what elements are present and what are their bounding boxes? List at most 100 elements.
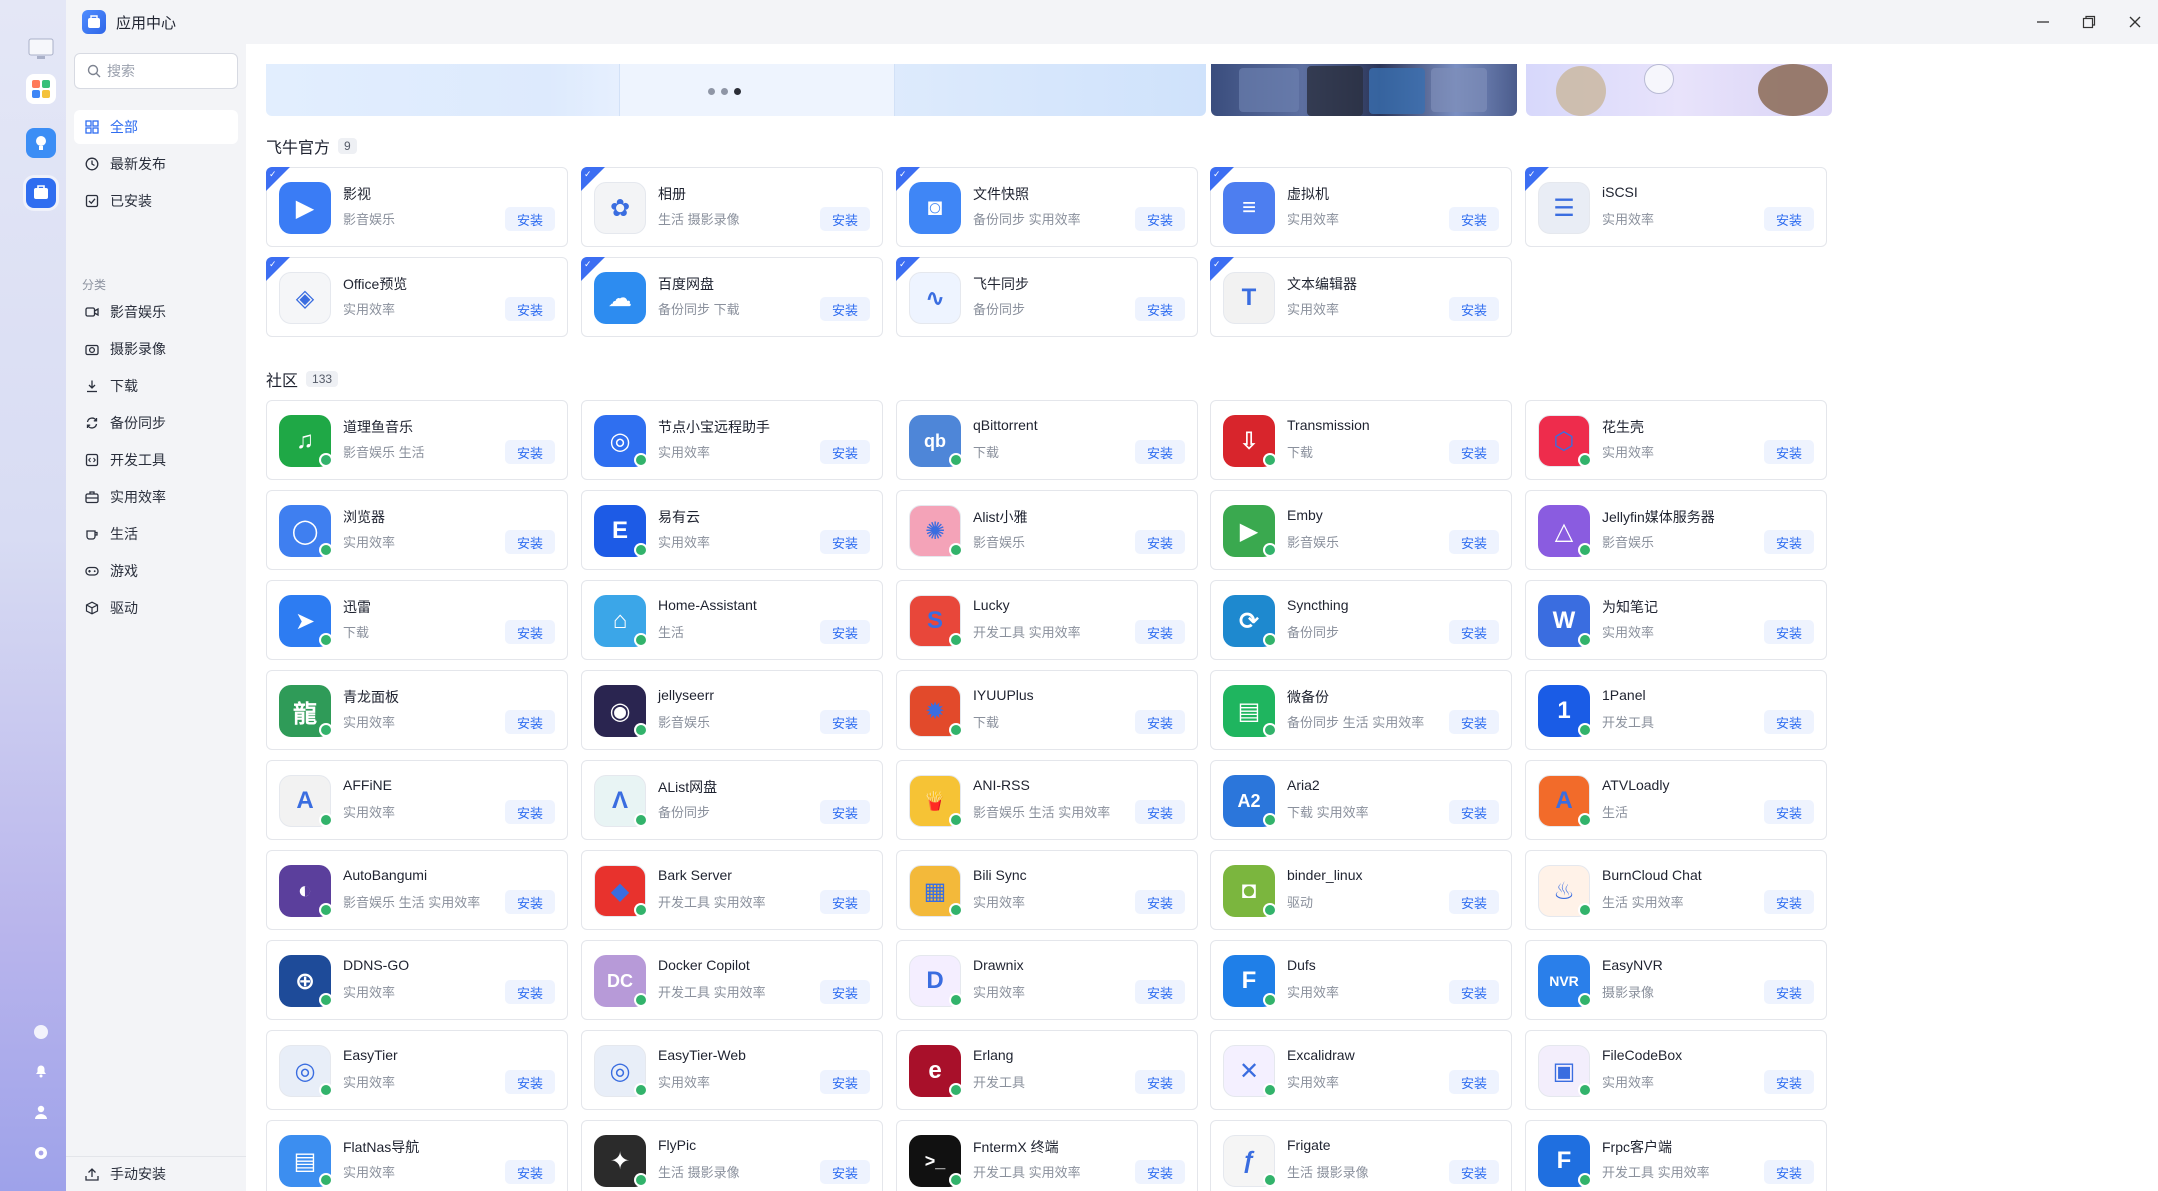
install-button[interactable]: 安装 bbox=[820, 710, 870, 734]
install-button[interactable]: 安装 bbox=[505, 440, 555, 464]
install-button[interactable]: 安装 bbox=[820, 980, 870, 1004]
app-card[interactable]: ◎ EasyTier 实用效率 安装 bbox=[266, 1030, 568, 1110]
install-button[interactable]: 安装 bbox=[1449, 207, 1499, 231]
app-card[interactable]: T ✓ 文本编辑器 实用效率 安装 bbox=[1210, 257, 1512, 337]
app-card[interactable]: F Dufs 实用效率 安装 bbox=[1210, 940, 1512, 1020]
app-card[interactable]: S Lucky 开发工具 实用效率 安装 bbox=[896, 580, 1198, 660]
install-button[interactable]: 安装 bbox=[1135, 800, 1185, 824]
install-button[interactable]: 安装 bbox=[1135, 620, 1185, 644]
install-button[interactable]: 安装 bbox=[1449, 297, 1499, 321]
status-icon[interactable] bbox=[31, 1022, 51, 1042]
app-grid-icon[interactable] bbox=[26, 74, 56, 104]
app-card[interactable]: ☰ ✓ iSCSI 实用效率 安装 bbox=[1525, 167, 1827, 247]
app-card[interactable]: ◎ EasyTier-Web 实用效率 安装 bbox=[581, 1030, 883, 1110]
install-button[interactable]: 安装 bbox=[1135, 297, 1185, 321]
app-card[interactable]: ƒ Frigate 生活 摄影录像 安装 bbox=[1210, 1120, 1512, 1191]
install-button[interactable]: 安装 bbox=[1764, 1160, 1814, 1184]
install-button[interactable]: 安装 bbox=[1135, 440, 1185, 464]
nav-item-1[interactable]: 最新发布 bbox=[74, 147, 238, 181]
app-card[interactable]: DC Docker Copilot 开发工具 实用效率 安装 bbox=[581, 940, 883, 1020]
app-card[interactable]: ⟳ Syncthing 备份同步 安装 bbox=[1210, 580, 1512, 660]
install-button[interactable]: 安装 bbox=[1135, 980, 1185, 1004]
install-button[interactable]: 安装 bbox=[1764, 207, 1814, 231]
app-card[interactable]: ◙ ✓ 文件快照 备份同步 实用效率 安装 bbox=[896, 167, 1198, 247]
app-card[interactable]: e Erlang 开发工具 安装 bbox=[896, 1030, 1198, 1110]
category-item-2[interactable]: 下载 bbox=[74, 369, 238, 403]
install-button[interactable]: 安装 bbox=[820, 800, 870, 824]
app-card[interactable]: ◐ AutoBangumi 影音娱乐 生活 实用效率 安装 bbox=[266, 850, 568, 930]
app-card[interactable]: ▶ ✓ 影视 影音娱乐 安装 bbox=[266, 167, 568, 247]
app-card[interactable]: ◈ ✓ Office预览 实用效率 安装 bbox=[266, 257, 568, 337]
install-button[interactable]: 安装 bbox=[1135, 530, 1185, 554]
category-item-6[interactable]: 生活 bbox=[74, 517, 238, 551]
install-button[interactable]: 安装 bbox=[1764, 440, 1814, 464]
install-button[interactable]: 安装 bbox=[820, 620, 870, 644]
app-card[interactable]: △ Jellyfin媒体服务器 影音娱乐 安装 bbox=[1525, 490, 1827, 570]
app-card[interactable]: ✺ Alist小雅 影音娱乐 安装 bbox=[896, 490, 1198, 570]
app-card[interactable]: ♫ 道理鱼音乐 影音娱乐 生活 安装 bbox=[266, 400, 568, 480]
install-button[interactable]: 安装 bbox=[1764, 710, 1814, 734]
carousel-dots[interactable] bbox=[708, 88, 741, 95]
install-button[interactable]: 安装 bbox=[1449, 620, 1499, 644]
app-card[interactable]: ♨ BurnCloud Chat 生活 实用效率 安装 bbox=[1525, 850, 1827, 930]
install-button[interactable]: 安装 bbox=[1764, 980, 1814, 1004]
app-card[interactable]: ⊕ DDNS-GO 实用效率 安装 bbox=[266, 940, 568, 1020]
category-item-4[interactable]: 开发工具 bbox=[74, 443, 238, 477]
app-card[interactable]: ✹ IYUUPlus 下载 安装 bbox=[896, 670, 1198, 750]
app-card[interactable]: ◉ jellyseerr 影音娱乐 安装 bbox=[581, 670, 883, 750]
install-button[interactable]: 安装 bbox=[1449, 1160, 1499, 1184]
app-card[interactable]: ➤ 迅雷 下载 安装 bbox=[266, 580, 568, 660]
category-item-7[interactable]: 游戏 bbox=[74, 554, 238, 588]
install-button[interactable]: 安装 bbox=[1135, 1070, 1185, 1094]
install-button[interactable]: 安装 bbox=[820, 1160, 870, 1184]
app-card[interactable]: 龍 青龙面板 实用效率 安装 bbox=[266, 670, 568, 750]
app-card[interactable]: ✕ Excalidraw 实用效率 安装 bbox=[1210, 1030, 1512, 1110]
carousel-dot[interactable] bbox=[721, 88, 728, 95]
install-button[interactable]: 安装 bbox=[1135, 207, 1185, 231]
install-button[interactable]: 安装 bbox=[1449, 980, 1499, 1004]
close-icon[interactable] bbox=[2117, 8, 2153, 36]
install-button[interactable]: 安装 bbox=[505, 207, 555, 231]
install-button[interactable]: 安装 bbox=[820, 207, 870, 231]
minimize-icon[interactable] bbox=[2025, 8, 2061, 36]
restore-icon[interactable] bbox=[2071, 8, 2107, 36]
install-button[interactable]: 安装 bbox=[1449, 800, 1499, 824]
manual-install-button[interactable]: 手动安装 bbox=[66, 1156, 246, 1191]
app-card[interactable]: ≡ ✓ 虚拟机 实用效率 安装 bbox=[1210, 167, 1512, 247]
bell-icon[interactable] bbox=[31, 1060, 51, 1080]
install-button[interactable]: 安装 bbox=[1764, 530, 1814, 554]
app-center-dock-icon[interactable] bbox=[26, 178, 56, 208]
install-button[interactable]: 安装 bbox=[505, 890, 555, 914]
app-card[interactable]: F Frpc客户端 开发工具 实用效率 安装 bbox=[1525, 1120, 1827, 1191]
app-card[interactable]: 1 1Panel 开发工具 安装 bbox=[1525, 670, 1827, 750]
nav-item-0[interactable]: 全部 bbox=[74, 110, 238, 144]
install-button[interactable]: 安装 bbox=[820, 297, 870, 321]
app-card[interactable]: NVR EasyNVR 摄影录像 安装 bbox=[1525, 940, 1827, 1020]
app-card[interactable]: ▣ FileCodeBox 实用效率 安装 bbox=[1525, 1030, 1827, 1110]
install-button[interactable]: 安装 bbox=[1135, 1160, 1185, 1184]
category-item-3[interactable]: 备份同步 bbox=[74, 406, 238, 440]
install-button[interactable]: 安装 bbox=[505, 620, 555, 644]
featured-banner-carousel[interactable] bbox=[266, 64, 1206, 116]
gear-icon[interactable] bbox=[31, 1143, 51, 1163]
install-button[interactable]: 安装 bbox=[820, 1070, 870, 1094]
app-card[interactable]: A ATVLoadly 生活 安装 bbox=[1525, 760, 1827, 840]
install-button[interactable]: 安装 bbox=[1764, 1070, 1814, 1094]
app-card[interactable]: ◯ 浏览器 实用效率 安装 bbox=[266, 490, 568, 570]
app-card[interactable]: ◘ binder_linux 驱动 安装 bbox=[1210, 850, 1512, 930]
install-button[interactable]: 安装 bbox=[505, 800, 555, 824]
app-card[interactable]: 🍟 ANI-RSS 影音娱乐 生活 实用效率 安装 bbox=[896, 760, 1198, 840]
install-button[interactable]: 安装 bbox=[505, 1070, 555, 1094]
app-card[interactable]: A AFFiNE 实用效率 安装 bbox=[266, 760, 568, 840]
app-card[interactable]: ✿ ✓ 相册 生活 摄影录像 安装 bbox=[581, 167, 883, 247]
install-button[interactable]: 安装 bbox=[1135, 710, 1185, 734]
install-button[interactable]: 安装 bbox=[505, 530, 555, 554]
carousel-dot-active[interactable] bbox=[734, 88, 741, 95]
search-input[interactable] bbox=[107, 63, 227, 79]
desktop-icon[interactable] bbox=[26, 34, 56, 64]
search-box[interactable] bbox=[74, 53, 238, 89]
app-card[interactable]: D Drawnix 实用效率 安装 bbox=[896, 940, 1198, 1020]
app-card[interactable]: ✦ FlyPic 生活 摄影录像 安装 bbox=[581, 1120, 883, 1191]
install-button[interactable]: 安装 bbox=[505, 980, 555, 1004]
app-card[interactable]: W 为知笔记 实用效率 安装 bbox=[1525, 580, 1827, 660]
